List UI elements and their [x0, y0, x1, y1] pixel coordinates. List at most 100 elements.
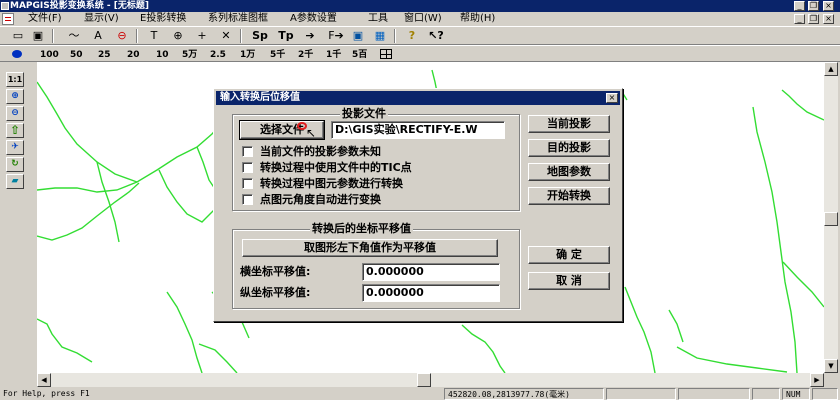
target-projection-button[interactable]: 目的投影 — [528, 139, 610, 157]
status-bar: For Help, press F1 452820.08,2813977.78(… — [0, 388, 840, 400]
mdi-restore-button[interactable]: ❐ — [808, 14, 819, 24]
menu-bar: 文件(F) 显示(V) E投影转换 系列标准图框 A参数设置 工具 窗口(W) … — [0, 12, 840, 26]
scroll-left-icon[interactable]: ◀ — [37, 373, 51, 387]
restore-button[interactable]: ❐ — [808, 1, 819, 11]
context-help-icon[interactable]: ↖? — [426, 29, 446, 43]
polygon-icon[interactable]: ⊖ — [114, 29, 130, 43]
left-toolbox: 1:1 ⊕ ⊖ ⇧ ✈ ↻ ▰ — [4, 72, 26, 190]
status-num-indicator: NUM — [782, 388, 810, 400]
new-file-icon[interactable]: ▭ — [10, 29, 26, 43]
file-path-field[interactable]: D:\GIS实验\RECTIFY-E.W — [331, 121, 505, 139]
scale-button[interactable]: 5百 — [352, 49, 367, 61]
move-up-icon[interactable]: ⇧ — [6, 123, 24, 138]
menu-view[interactable]: 显示(V) — [84, 13, 119, 25]
dialog-close-button[interactable]: × — [606, 93, 618, 103]
scale-toolbar: 100 50 25 20 10 5万 2.5 1万 5千 2千 1千 5百 — [0, 45, 840, 62]
sp-icon[interactable]: Sp — [250, 29, 270, 43]
menu-parameters[interactable]: A参数设置 — [290, 13, 337, 25]
vertical-scrollbar[interactable]: ▲ ▼ — [824, 62, 838, 373]
grid-icon[interactable] — [380, 49, 392, 59]
scale-button[interactable]: 2千 — [298, 49, 313, 61]
tp-icon[interactable]: Tp — [276, 29, 296, 43]
offset-group-label: 转换后的坐标平移值 — [310, 222, 413, 235]
checkbox[interactable] — [242, 194, 253, 205]
pan-icon[interactable]: ✈ — [6, 140, 24, 155]
projection-t-icon[interactable]: T — [146, 29, 162, 43]
status-pane-empty — [606, 388, 676, 400]
take-lower-left-button[interactable]: 取图形左下角值作为平移值 — [242, 239, 498, 257]
option-label: 点图元角度自动进行变换 — [260, 193, 381, 206]
eraser-icon[interactable]: ▰ — [6, 174, 24, 189]
y-offset-label: 纵坐标平移值: — [240, 286, 311, 299]
horizontal-scrollbar[interactable]: ◀ ▶ — [37, 373, 824, 387]
toolbar-separator — [52, 29, 54, 43]
help-icon[interactable]: ? — [404, 29, 420, 43]
save-icon[interactable]: ▣ — [30, 29, 46, 43]
blue-dot-icon[interactable] — [12, 50, 22, 58]
ok-button[interactable]: 确 定 — [528, 246, 610, 264]
scale-button[interactable]: 5千 — [270, 49, 285, 61]
status-help-text: For Help, press F1 — [3, 389, 90, 398]
x-offset-field[interactable]: 0.000000 — [362, 263, 500, 281]
scale-button[interactable]: 1万 — [240, 49, 255, 61]
vertical-scroll-thumb[interactable] — [824, 212, 838, 226]
checkbox[interactable] — [242, 178, 253, 189]
scale-button[interactable]: 10 — [156, 49, 169, 61]
menu-projection[interactable]: E投影转换 — [140, 13, 186, 25]
arrow-right-icon[interactable]: ➔ — [302, 29, 318, 43]
screen-icon[interactable]: ▣ — [350, 29, 366, 43]
window-title: MAPGIS投影变换系统 - [无标题] — [10, 1, 149, 11]
refresh-icon[interactable]: ↻ — [6, 157, 24, 172]
menu-help[interactable]: 帮助(H) — [460, 13, 495, 25]
checkbox[interactable] — [242, 146, 253, 157]
toolbar-separator — [394, 29, 396, 43]
scale-button[interactable]: 50 — [70, 49, 83, 61]
f-arrow-icon[interactable]: F➔ — [326, 29, 346, 43]
scroll-down-icon[interactable]: ▼ — [824, 359, 838, 373]
status-pane-empty — [812, 388, 838, 400]
scale-button[interactable]: 100 — [40, 49, 59, 61]
scale-button[interactable]: 5万 — [182, 49, 197, 61]
scale-button[interactable]: 2.5 — [210, 49, 226, 61]
zoom-in-icon[interactable]: ⊕ — [6, 89, 24, 104]
scroll-right-icon[interactable]: ▶ — [810, 373, 824, 387]
y-offset-field[interactable]: 0.000000 — [362, 284, 500, 302]
scroll-up-icon[interactable]: ▲ — [824, 62, 838, 76]
zoom-out-icon[interactable]: ⊖ — [6, 106, 24, 121]
document-icon[interactable] — [2, 13, 14, 25]
option-label: 转换过程中图元参数进行转换 — [260, 177, 403, 190]
toolbar-separator — [136, 29, 138, 43]
option-label: 当前文件的投影参数未知 — [260, 145, 381, 158]
menu-file[interactable]: 文件(F) — [28, 13, 62, 25]
one-to-one-icon[interactable]: 1:1 — [6, 72, 24, 87]
crosshair-icon[interactable]: ⊕ — [170, 29, 186, 43]
minimize-button[interactable]: _ — [794, 1, 805, 11]
dialog-title: 输入转换后位移值 — [220, 92, 300, 103]
map-parameters-button[interactable]: 地图参数 — [528, 163, 610, 181]
hatch-icon[interactable]: ▦ — [372, 29, 388, 43]
current-projection-button[interactable]: 当前投影 — [528, 115, 610, 133]
mouse-cursor-icon: ↖ — [306, 126, 317, 140]
x-cross-icon[interactable]: ✕ — [218, 29, 234, 43]
text-icon[interactable]: A — [90, 29, 106, 43]
menu-standard-frame[interactable]: 系列标准图框 — [208, 13, 268, 25]
cancel-button[interactable]: 取 消 — [528, 272, 610, 290]
start-conversion-button[interactable]: 开始转换 — [528, 187, 610, 205]
polyline-icon[interactable]: 〜 — [66, 29, 82, 43]
menu-window[interactable]: 窗口(W) — [404, 13, 442, 25]
scale-button[interactable]: 1千 — [326, 49, 341, 61]
scale-button[interactable]: 25 — [98, 49, 111, 61]
mdi-minimize-button[interactable]: _ — [794, 14, 805, 24]
status-pane-empty — [752, 388, 780, 400]
app-icon — [1, 2, 9, 10]
toolbar-separator — [240, 29, 242, 43]
plus-icon[interactable]: + — [194, 29, 210, 43]
mdi-close-button[interactable]: × — [823, 14, 834, 24]
menu-tools[interactable]: 工具 — [368, 13, 388, 25]
scale-button[interactable]: 20 — [127, 49, 140, 61]
horizontal-scroll-thumb[interactable] — [417, 373, 431, 387]
dialog-title-bar: 输入转换后位移值 × — [216, 91, 620, 105]
app-window: MAPGIS投影变换系统 - [无标题] _ ❐ × 文件(F) 显示(V) E… — [0, 0, 840, 400]
close-button[interactable]: × — [823, 1, 834, 11]
checkbox[interactable] — [242, 162, 253, 173]
